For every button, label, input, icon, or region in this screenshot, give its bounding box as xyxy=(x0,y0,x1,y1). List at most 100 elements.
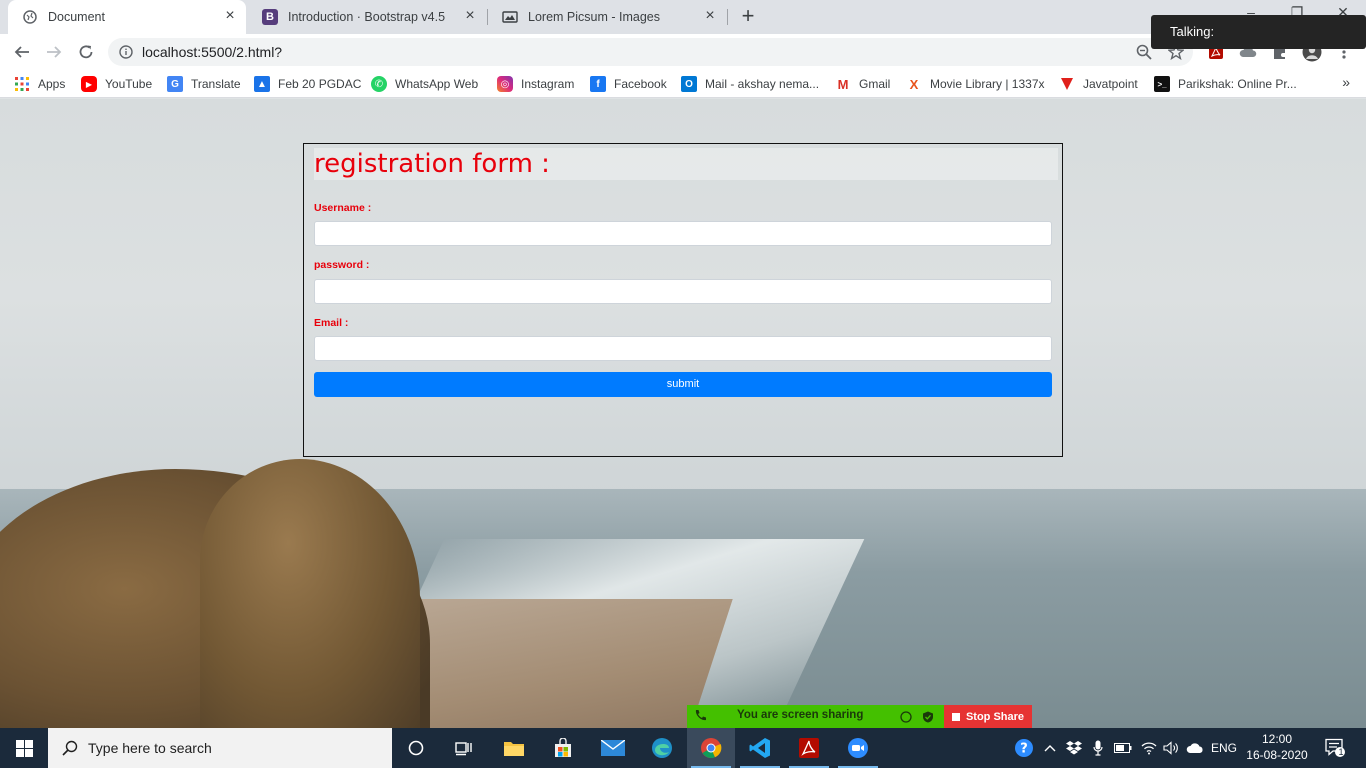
phone-icon xyxy=(694,709,707,727)
talking-label: Talking: xyxy=(1170,24,1215,39)
bookmark-label: Feb 20 PGDAC xyxy=(278,77,362,91)
forward-button[interactable] xyxy=(42,40,66,64)
search-icon xyxy=(62,740,78,756)
facebook-icon: f xyxy=(590,76,606,92)
notification-count-badge: 1 xyxy=(1338,747,1344,757)
language-indicator[interactable]: ENG xyxy=(1208,728,1240,768)
chrome-taskbar-icon[interactable] xyxy=(687,728,735,768)
bookmark-whatsapp[interactable]: ✆ WhatsApp Web xyxy=(371,76,478,92)
notification-center-icon[interactable]: 1 xyxy=(1320,728,1350,768)
bookmark-label: Parikshak: Online Pr... xyxy=(1178,77,1297,91)
zoom-taskbar-icon[interactable] xyxy=(834,728,882,768)
help-icon[interactable]: ? xyxy=(1012,728,1036,768)
bookmark-label: Gmail xyxy=(859,77,891,91)
1337x-icon: X xyxy=(906,76,922,92)
clock-date: 16-08-2020 xyxy=(1246,748,1308,762)
stop-share-label: Stop Share xyxy=(965,710,1025,723)
youtube-icon: ▶ xyxy=(81,76,97,92)
bookmark-label: Movie Library | 1337x xyxy=(930,77,1045,91)
translate-icon: G xyxy=(167,76,183,92)
dropbox-icon[interactable] xyxy=(1064,728,1084,768)
bookmark-outlook-mail[interactable]: O Mail - akshay nema... xyxy=(681,76,819,92)
stop-square-icon xyxy=(951,712,960,721)
reload-button[interactable] xyxy=(74,40,98,64)
bookmarks-overflow-chevron-icon[interactable]: » xyxy=(1342,74,1350,90)
zoom-share-bar: You are screen sharing Stop Share xyxy=(687,705,1032,728)
classroom-icon: ▲ xyxy=(254,76,270,92)
shield-check-icon xyxy=(922,710,934,728)
info-icon[interactable] xyxy=(118,44,134,60)
new-tab-button[interactable]: + xyxy=(737,5,759,28)
bookmark-label: YouTube xyxy=(105,77,153,91)
globe-icon xyxy=(22,9,38,25)
bookmark-1337x[interactable]: X Movie Library | 1337x xyxy=(906,76,1045,92)
bookmark-translate[interactable]: G Translate xyxy=(167,76,241,92)
password-label: password : xyxy=(314,259,370,271)
wifi-icon[interactable] xyxy=(1138,728,1160,768)
password-input[interactable] xyxy=(314,279,1052,304)
vscode-icon[interactable] xyxy=(736,728,784,768)
bookmark-feb20-pgdac[interactable]: ▲ Feb 20 PGDAC xyxy=(254,76,361,92)
volume-icon[interactable] xyxy=(1160,728,1182,768)
microsoft-store-icon[interactable] xyxy=(539,728,587,768)
javatpoint-icon xyxy=(1059,76,1075,92)
page-viewport: registration form : Username : password … xyxy=(0,99,1366,728)
battery-icon[interactable] xyxy=(1112,728,1134,768)
cortana-icon[interactable] xyxy=(392,728,440,768)
close-tab-icon[interactable]: × xyxy=(462,8,478,25)
apps-grid-icon xyxy=(14,76,30,92)
zoom-talking-indicator: Talking: xyxy=(1151,15,1366,49)
taskbar-clock[interactable]: 12:00 16-08-2020 xyxy=(1240,731,1314,763)
tab-lorem-picsum[interactable]: Lorem Picsum - Images × xyxy=(488,0,726,34)
username-input[interactable] xyxy=(314,221,1052,246)
screen-sharing-status[interactable]: You are screen sharing xyxy=(687,705,944,728)
windows-taskbar: Type here to search ? ENG 12:00 16-08-20… xyxy=(0,728,1366,768)
bookmark-instagram[interactable]: ◎ Instagram xyxy=(497,76,574,92)
address-bar[interactable]: localhost:5500/2.html? xyxy=(108,38,1193,66)
acrobat-taskbar-icon[interactable] xyxy=(785,728,833,768)
outlook-icon: O xyxy=(681,76,697,92)
windows-start-button[interactable] xyxy=(0,728,48,768)
email-label: Email : xyxy=(314,317,349,329)
close-tab-icon[interactable]: × xyxy=(702,8,718,25)
edge-icon[interactable] xyxy=(638,728,686,768)
close-tab-icon[interactable]: × xyxy=(222,8,238,25)
bookmark-youtube[interactable]: ▶ YouTube xyxy=(81,76,152,92)
clock-time: 12:00 xyxy=(1261,732,1293,746)
image-icon xyxy=(502,9,518,25)
username-label: Username : xyxy=(314,202,372,214)
bookmarks-bar: Apps ▶ YouTube G Translate ▲ Feb 20 PGDA… xyxy=(0,70,1366,98)
tab-title: Document xyxy=(48,10,105,24)
file-explorer-icon[interactable] xyxy=(490,728,538,768)
tab-bootstrap[interactable]: B Introduction · Bootstrap v4.5 × xyxy=(248,0,486,34)
bookmark-label: Apps xyxy=(38,77,66,91)
bookmark-label: WhatsApp Web xyxy=(395,77,479,91)
form-heading: registration form : xyxy=(314,148,1058,180)
task-view-icon[interactable] xyxy=(440,728,488,768)
back-button[interactable] xyxy=(10,40,34,64)
terminal-icon: >_ xyxy=(1154,76,1170,92)
stop-share-button[interactable]: Stop Share xyxy=(944,705,1032,728)
tab-separator xyxy=(727,9,728,25)
microphone-icon[interactable] xyxy=(1088,728,1108,768)
email-input[interactable] xyxy=(314,336,1052,361)
tab-title: Introduction · Bootstrap v4.5 xyxy=(288,10,446,24)
taskbar-search[interactable]: Type here to search xyxy=(48,728,392,768)
submit-button[interactable]: submit xyxy=(314,372,1052,397)
tab-document[interactable]: Document × xyxy=(8,0,246,34)
tab-title: Lorem Picsum - Images xyxy=(528,10,660,24)
screen-sharing-text: You are screen sharing xyxy=(737,709,864,721)
bookmark-gmail[interactable]: M Gmail xyxy=(835,76,890,92)
bookmark-facebook[interactable]: f Facebook xyxy=(590,76,667,92)
svg-text:?: ? xyxy=(1020,742,1028,757)
mail-icon[interactable] xyxy=(589,728,637,768)
bookmark-apps[interactable]: Apps xyxy=(14,76,65,92)
bookmark-parikshak[interactable]: >_ Parikshak: Online Pr... xyxy=(1154,76,1297,92)
bookmark-label: Mail - akshay nema... xyxy=(705,77,820,91)
onedrive-icon[interactable] xyxy=(1184,728,1206,768)
bootstrap-icon: B xyxy=(262,9,278,25)
tray-chevron-up-icon[interactable] xyxy=(1040,728,1060,768)
bookmark-javatpoint[interactable]: Javatpoint xyxy=(1059,76,1138,92)
gmail-icon: M xyxy=(835,76,851,92)
instagram-icon: ◎ xyxy=(497,76,513,92)
